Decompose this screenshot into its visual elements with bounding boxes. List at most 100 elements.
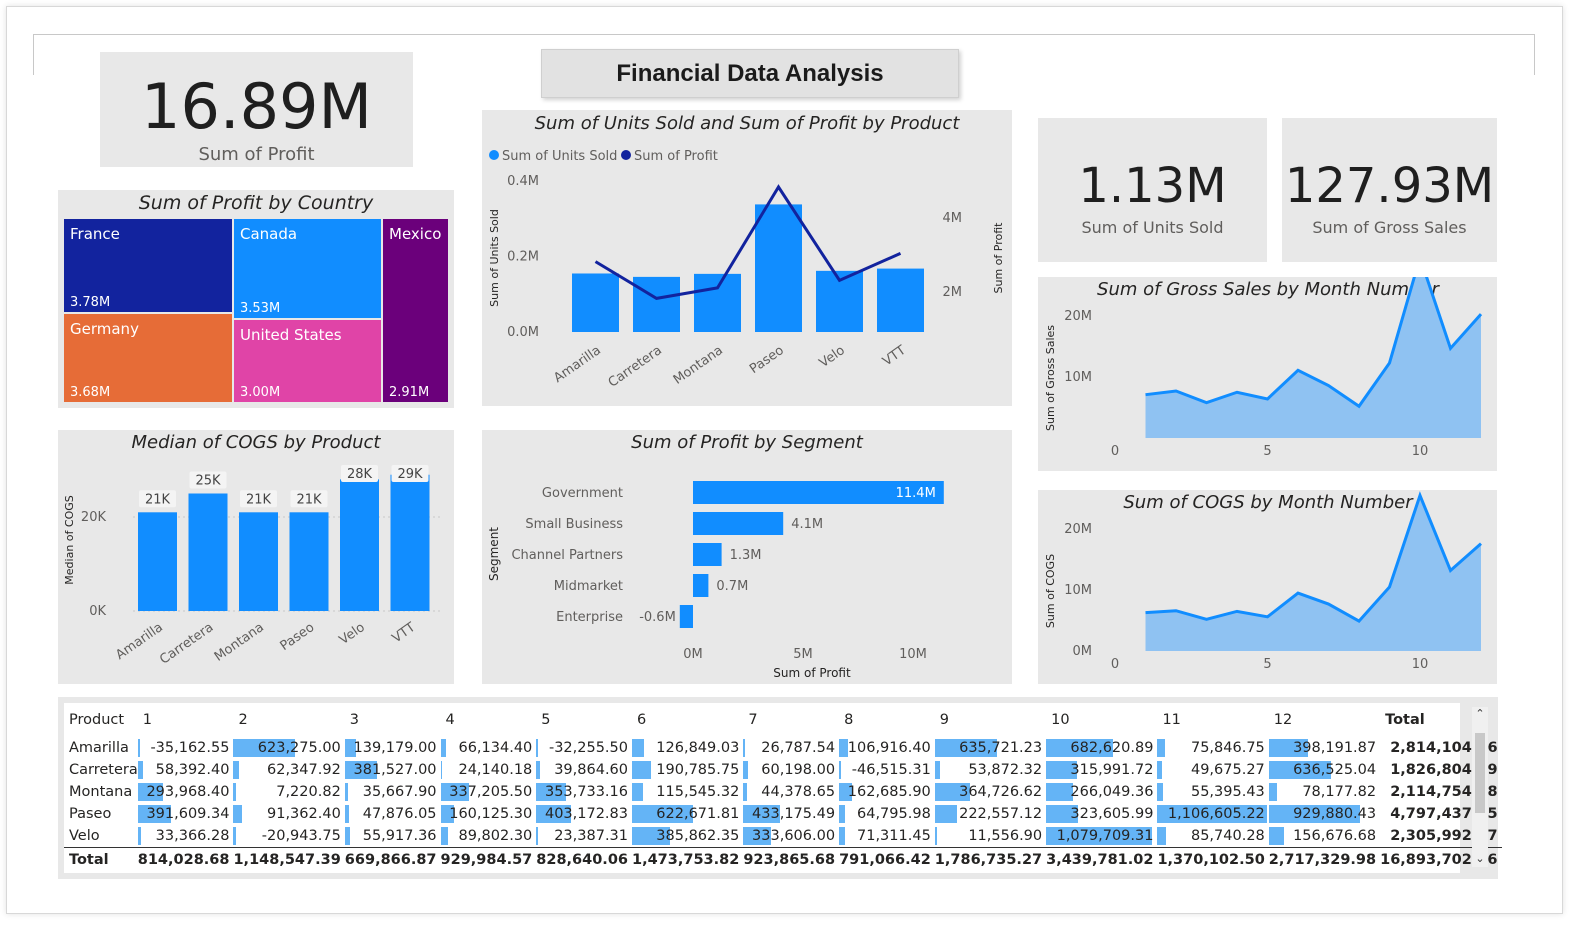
median-cogs-panel[interactable]: Median of COGS by Product 0K 20K Median of … [58,430,454,684]
data-bar [743,783,748,801]
matrix-cell: 156,676.68 [1268,825,1380,848]
matrix-scrollbar[interactable]: ⌃ ⌄ [1472,707,1488,867]
matrix-cell: 266,049.36 [1046,781,1157,803]
table-row: Carretera 58,392.40 62,347.92 381,527.00 24,… [64,759,1502,781]
data-bar [137,739,140,757]
cogs-month-chart: Sum of COGS by Month Number 0M 10M 20M 0 5 10 S… [1044,491,1482,672]
matrix-cell: 89,802.30 [440,825,537,848]
treemap-panel[interactable]: Sum of Profit by Country France 3.78M Ca… [58,190,454,408]
matrix-cell: 385,862.35 [632,825,743,848]
matrix-cell: 1,079,709.31 [1046,825,1157,848]
y-tick-label: Government [542,486,623,501]
matrix-cell: 26,787.54 [743,737,839,759]
data-label: 25K [195,474,221,489]
gross-sales-panel[interactable]: Sum of Gross Sales by Month Number 10M 20M… [1038,252,1497,471]
matrix-table: Product 1 2 3 4 5 6 7 8 9 10 11 12 Total Amarilla -35,… [64,703,1502,872]
data-bar [440,739,447,757]
median-cogs-chart: Median of COGS by Product 0K 20K Median of … [63,432,443,668]
data-bar [632,761,651,779]
matrix-column-header[interactable]: 4 [441,703,537,737]
matrix-column-header[interactable]: 3 [345,703,441,737]
y-tick-label: Small Business [525,517,623,532]
segment-chart-panel[interactable]: Sum of Profit by Segment Government 11.4M S… [482,430,1012,684]
legend-marker [621,150,631,160]
matrix-column-header[interactable]: 8 [839,703,935,737]
data-bar [233,761,240,779]
data-label: 11.4M [896,486,936,501]
matrix-cell: 1,370,102.50 [1157,847,1269,872]
data-bar [839,761,841,779]
data-bar [632,783,644,801]
cogs-month-panel[interactable]: Sum of COGS by Month Number 0M 10M 20M 0 5 10 S… [1038,490,1497,684]
y2-tick-label: 4M [943,211,963,226]
data-bar [233,805,243,823]
treemap-tile-mexico[interactable]: Mexico 2.91M [383,219,448,402]
chevron-up-icon[interactable]: ⌃ [1472,707,1488,720]
matrix-column-header[interactable]: 6 [632,703,743,737]
scroll-thumb[interactable] [1475,733,1485,813]
y-tick-label: 0K [89,604,106,619]
legend-label: Sum of Profit [634,149,718,164]
x-tick-label: Velo [337,620,368,648]
treemap-tile-united-states[interactable]: United States 3.00M [234,320,381,402]
matrix-cell: 791,066.42 [839,847,935,872]
combo-chart-panel[interactable]: Sum of Units Sold and Sum of Profit by P… [482,110,1012,406]
tile-label: United States [240,326,342,344]
matrix-cell: 85,740.28 [1157,825,1268,848]
matrix-cell: 126,849.03 [632,737,743,759]
matrix-cell: 53,872.32 [934,759,1046,781]
y-tick-label: 20M [1064,522,1092,537]
tile-value: 3.68M [70,385,111,400]
x-tick-label: 0 [1111,657,1119,672]
matrix-cell: 49,675.27 [1157,759,1268,781]
matrix-column-header[interactable]: 12 [1269,703,1380,737]
matrix-column-header[interactable]: 9 [935,703,1046,737]
y-axis-label: Segment [487,527,501,581]
data-bar [1157,739,1166,757]
x-tick-label: 0 [1111,444,1119,459]
y-tick-label: Enterprise [556,610,623,625]
tile-label: France [70,225,120,243]
y-tick-label: 0.2M [507,250,539,265]
matrix-cell: 828,640.06 [536,847,632,872]
matrix-column-header[interactable]: 11 [1157,703,1268,737]
matrix-column-header[interactable]: Product [64,703,138,737]
chevron-down-icon[interactable]: ⌄ [1472,852,1488,865]
matrix-cell: 24,140.18 [440,759,537,781]
row-header: Amarilla [69,740,129,756]
matrix-cell: 2,717,329.98 [1268,847,1381,872]
row-header: Carretera [69,762,138,778]
matrix-cell: 7,220.82 [233,781,344,803]
kpi-card-profit[interactable]: 16.89M Sum of Profit [100,52,413,167]
matrix-cell: 1,148,547.39 [233,847,345,872]
matrix-cell: 923,865.68 [743,847,840,872]
kpi-units-value: 1.13M [1078,158,1227,214]
page-title: Financial Data Analysis [541,49,959,98]
treemap-tile-germany[interactable]: Germany 3.68M [64,314,232,402]
treemap-tile-canada[interactable]: Canada 3.53M [234,219,381,318]
x-tick-label: 5 [1263,444,1271,459]
bar-units-sold [572,273,619,332]
table-row: Amarilla -35,162.55 623,275.00 139,179.00 66… [64,737,1502,759]
data-bar [344,783,348,801]
data-bar [233,783,236,801]
matrix-column-header[interactable]: 1 [138,703,234,737]
matrix-column-header[interactable]: 7 [743,703,839,737]
matrix-cell: 55,395.43 [1157,781,1268,803]
treemap-tile-france[interactable]: France 3.78M [64,219,232,312]
matrix-cell: 78,177.82 [1268,781,1380,803]
x-tick-label: 10 [1412,657,1429,672]
kpi-card-units[interactable]: 1.13M Sum of Units Sold [1038,118,1267,262]
matrix-column-header[interactable]: 10 [1046,703,1157,737]
matrix-cell: -32,255.50 [536,737,632,759]
kpi-card-gross[interactable]: 127.93M Sum of Gross Sales [1282,118,1497,262]
x-tick-label: Montana [671,343,726,388]
data-bar [934,805,958,823]
matrix-panel[interactable]: Product 1 2 3 4 5 6 7 8 9 10 11 12 Total Amarilla -35,… [58,697,1502,879]
matrix-column-header[interactable]: 2 [233,703,344,737]
matrix-column-header[interactable]: 5 [536,703,632,737]
x-tick-label: 10 [1412,444,1429,459]
data-bar [934,761,941,779]
matrix-cell: 162,685.90 [839,781,935,803]
data-bar [839,805,845,823]
